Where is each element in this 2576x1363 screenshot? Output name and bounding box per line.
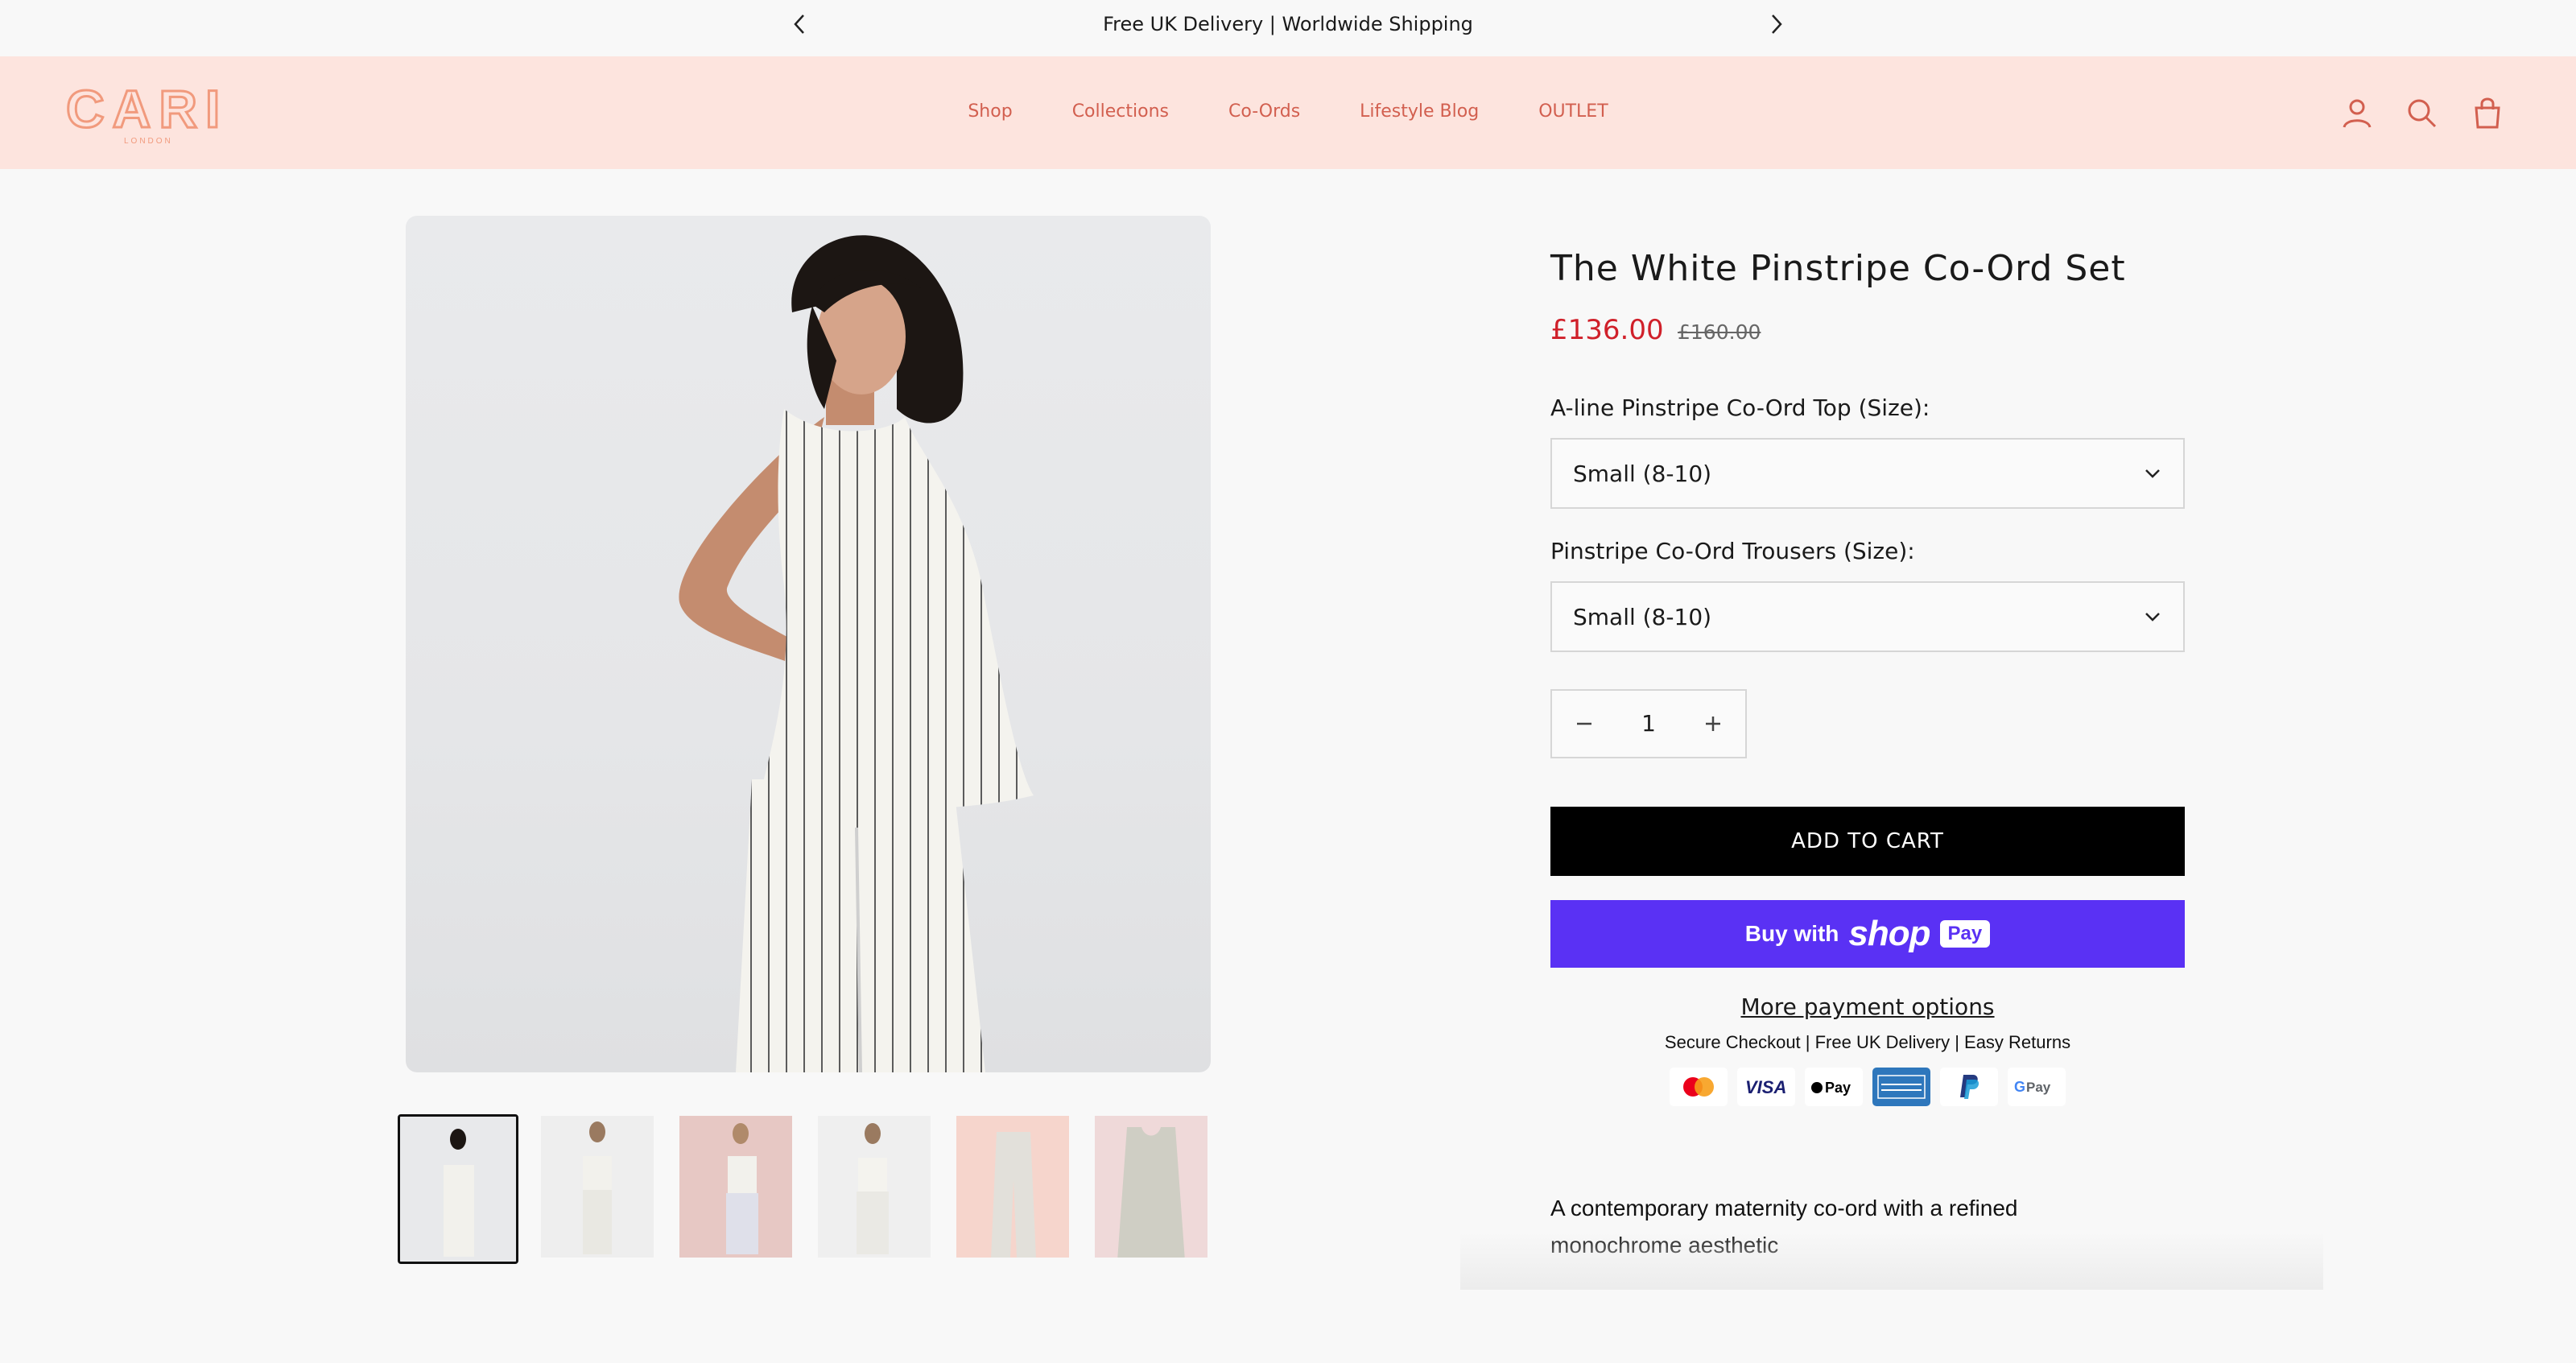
shop-pay-badge: Pay xyxy=(1939,920,1991,948)
quantity-increase-button[interactable] xyxy=(1681,691,1745,757)
nav-co-ords[interactable]: Co-Ords xyxy=(1199,101,1330,122)
chevron-down-icon xyxy=(2145,613,2160,622)
top-size-label: A-line Pinstripe Co-Ord Top (Size): xyxy=(1550,394,1930,421)
quantity-input[interactable]: 1 xyxy=(1616,691,1681,757)
announcement-text: Free UK Delivery | Worldwide Shipping xyxy=(1103,13,1473,35)
add-to-cart-button[interactable]: ADD TO CART xyxy=(1550,807,2185,876)
google-pay-icon: G Pay xyxy=(2008,1068,2066,1106)
sale-price: £136.00 xyxy=(1550,314,1664,346)
trousers-size-select[interactable]: Small (8-10) xyxy=(1550,581,2185,652)
cart-button[interactable] xyxy=(2468,93,2507,132)
search-icon xyxy=(2408,99,2437,128)
shop-pay-buy-label: Buy with xyxy=(1744,921,1839,946)
paypal-icon xyxy=(1940,1068,1998,1106)
thumbnail-4[interactable] xyxy=(818,1116,931,1258)
shop-pay-logo: shop xyxy=(1848,914,1930,953)
product-main-image[interactable] xyxy=(406,216,1211,1072)
svg-text:Pay: Pay xyxy=(2026,1080,2051,1095)
search-button[interactable] xyxy=(2402,93,2441,132)
nav-shop[interactable]: Shop xyxy=(938,101,1042,122)
shopping-bag-icon xyxy=(2475,97,2500,129)
top-size-select[interactable]: Small (8-10) xyxy=(1550,438,2185,509)
svg-text:G: G xyxy=(2014,1079,2025,1095)
more-payment-options-link[interactable]: More payment options xyxy=(1550,993,2185,1020)
nav-collections[interactable]: Collections xyxy=(1042,101,1199,122)
plus-icon xyxy=(1706,717,1720,731)
trousers-size-label: Pinstripe Co-Ord Trousers (Size): xyxy=(1550,538,1915,564)
quantity-stepper: 1 xyxy=(1550,689,1747,758)
site-header: CARI LONDON Shop Collections Co-Ords Lif… xyxy=(0,56,2576,169)
svg-text:LONDON: LONDON xyxy=(124,137,173,145)
thumbnail-6[interactable] xyxy=(1095,1116,1208,1258)
amex-icon xyxy=(1872,1068,1930,1106)
thumbnail-2[interactable] xyxy=(541,1116,654,1258)
secure-checkout-text: Secure Checkout | Free UK Delivery | Eas… xyxy=(1664,1032,2071,1052)
svg-text:Pay: Pay xyxy=(1825,1080,1851,1096)
description-fade xyxy=(1460,1232,2323,1290)
top-size-value: Small (8-10) xyxy=(1573,460,1712,487)
svg-text:VISA: VISA xyxy=(1745,1077,1786,1097)
chevron-right-icon xyxy=(1772,14,1782,34)
announcement-next-button[interactable] xyxy=(1760,8,1792,40)
compare-at-price: £160.00 xyxy=(1678,320,1761,344)
thumbnail-1[interactable] xyxy=(398,1114,518,1264)
quantity-decrease-button[interactable] xyxy=(1552,691,1616,757)
thumbnail-3[interactable] xyxy=(679,1116,792,1258)
product-title: The White Pinstripe Co-Ord Set xyxy=(1550,248,2126,289)
thumbnail-5[interactable] xyxy=(956,1116,1069,1258)
payment-icons: VISA Pay G Pay xyxy=(1670,1068,2066,1106)
nav-outlet[interactable]: OUTLET xyxy=(1509,101,1637,122)
mastercard-icon xyxy=(1670,1068,1728,1106)
visa-icon: VISA xyxy=(1737,1068,1795,1106)
minus-icon xyxy=(1577,722,1591,725)
nav-lifestyle-blog[interactable]: Lifestyle Blog xyxy=(1330,101,1509,122)
main-nav: Shop Collections Co-Ords Lifestyle Blog … xyxy=(0,101,2576,122)
user-icon xyxy=(2343,99,2372,128)
announcement-bar: Free UK Delivery | Worldwide Shipping xyxy=(0,0,2576,56)
buy-with-shop-pay-button[interactable]: Buy with shop Pay xyxy=(1550,900,2185,968)
trousers-size-value: Small (8-10) xyxy=(1573,603,1712,630)
account-button[interactable] xyxy=(2338,93,2376,132)
apple-pay-icon: Pay xyxy=(1805,1068,1863,1106)
chevron-down-icon xyxy=(2145,469,2160,478)
